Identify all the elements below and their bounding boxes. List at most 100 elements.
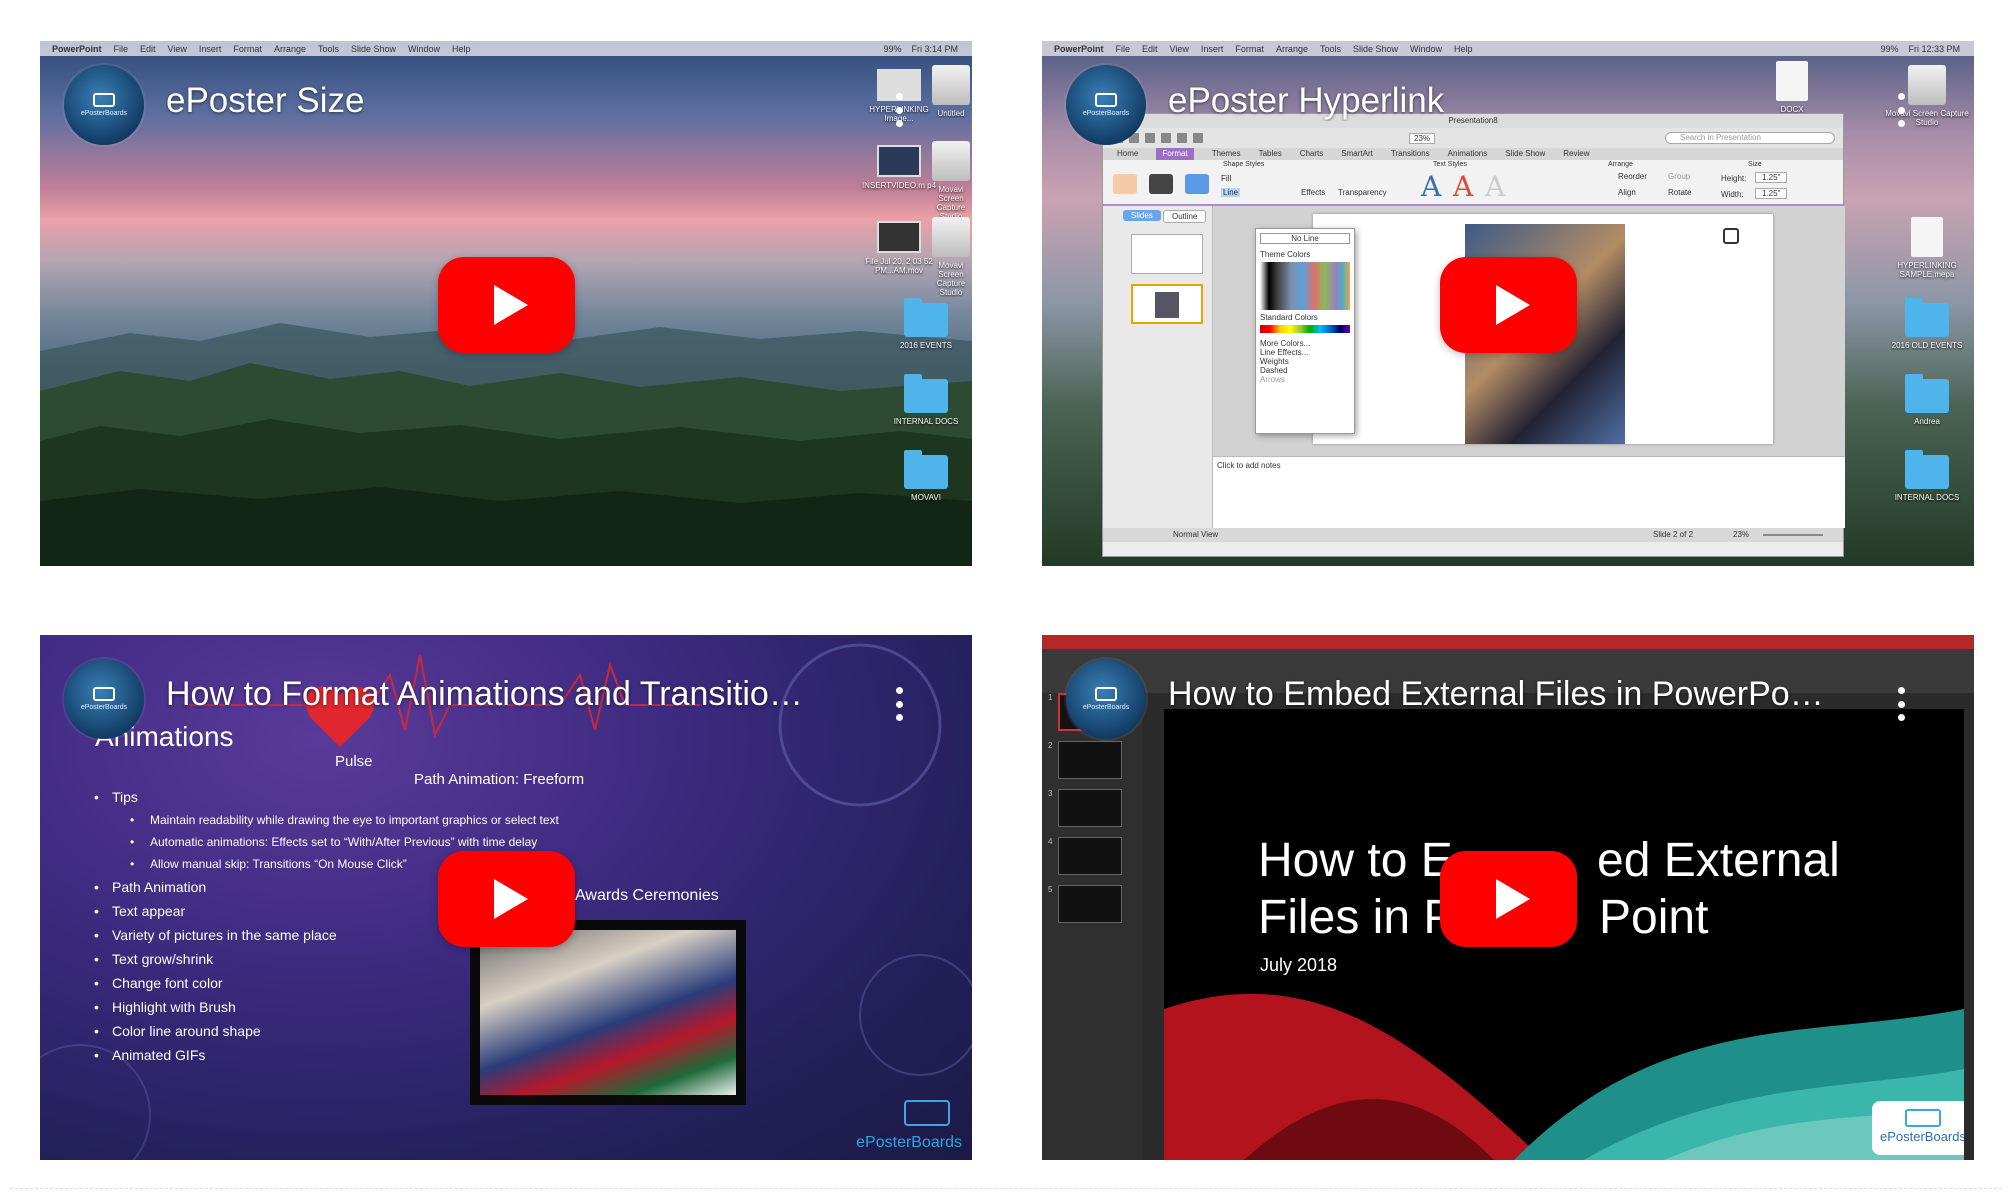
mac-menubar: PowerPoint File Edit View Insert Format … bbox=[1042, 41, 1974, 56]
line-effects-item[interactable]: Line Effects... bbox=[1260, 348, 1350, 357]
slide-thumbnail[interactable] bbox=[1058, 885, 1122, 923]
theme-colors-label: Theme Colors bbox=[1260, 250, 1311, 259]
channel-name: ePosterBoards bbox=[80, 704, 128, 711]
width-input[interactable]: 1.25" bbox=[1755, 188, 1788, 199]
play-icon bbox=[1495, 285, 1530, 325]
dashed-item[interactable]: Dashed bbox=[1260, 366, 1350, 375]
play-button[interactable] bbox=[1440, 851, 1577, 947]
channel-avatar[interactable]: ePosterBoards bbox=[1066, 659, 1146, 739]
bottom-divider bbox=[10, 1188, 2002, 1189]
play-button[interactable] bbox=[1440, 257, 1577, 353]
video-card-eposter-hyperlink[interactable]: PowerPoint File Edit View Insert Format … bbox=[1042, 41, 1974, 566]
effects-button[interactable]: Effects bbox=[1301, 188, 1325, 197]
awards-label: Awards Ceremonies bbox=[575, 887, 719, 904]
rotate-button[interactable]: Rotate bbox=[1668, 188, 1692, 197]
cut-icon[interactable] bbox=[1161, 133, 1171, 143]
drive-icon bbox=[932, 217, 970, 257]
text-style-a-icon[interactable]: A bbox=[1453, 170, 1473, 203]
slide-thumbnail[interactable] bbox=[1058, 837, 1122, 875]
slides-pane: 1 2 3 4 5 bbox=[1042, 693, 1142, 1160]
tab-themes[interactable]: Themes bbox=[1212, 148, 1241, 160]
channel-avatar[interactable]: ePosterBoards bbox=[64, 659, 144, 739]
shape-style-swatch[interactable] bbox=[1149, 174, 1173, 194]
weights-item[interactable]: Weights bbox=[1260, 357, 1350, 366]
tab-smartart[interactable]: SmartArt bbox=[1341, 148, 1373, 160]
folder-icon bbox=[904, 374, 948, 413]
transparency-button[interactable]: Transparency bbox=[1338, 188, 1387, 197]
line-button[interactable]: Line bbox=[1221, 188, 1241, 197]
desktop-icon-label: Untitled bbox=[937, 109, 965, 118]
group-label: Arrange bbox=[1608, 161, 1633, 168]
eposterboards-logo-icon bbox=[1095, 93, 1117, 107]
menubar-item: File bbox=[1115, 43, 1131, 54]
height-input[interactable]: 1.25" bbox=[1755, 172, 1788, 183]
menubar-item: Insert bbox=[198, 43, 222, 54]
reorder-button[interactable]: Reorder bbox=[1618, 172, 1647, 181]
tab-slide-show[interactable]: Slide Show bbox=[1505, 148, 1545, 160]
group-label: Shape Styles bbox=[1223, 161, 1265, 168]
menubar-item: View bbox=[1169, 43, 1189, 54]
tab-charts[interactable]: Charts bbox=[1300, 148, 1324, 160]
desktop-icon-label: MOVAVI bbox=[911, 493, 941, 502]
align-button[interactable]: Align bbox=[1618, 188, 1636, 197]
notes-pane[interactable]: Click to add notes bbox=[1213, 456, 1845, 528]
text-style-a-icon[interactable]: A bbox=[1421, 170, 1441, 203]
zoom-slider[interactable] bbox=[1763, 534, 1823, 536]
more-options-icon[interactable] bbox=[895, 687, 903, 721]
standard-color-row[interactable] bbox=[1260, 325, 1350, 333]
zoom-select[interactable]: 23% bbox=[1409, 132, 1436, 144]
selected-shape[interactable] bbox=[1723, 228, 1739, 244]
search-input[interactable]: Search in Presentation bbox=[1665, 132, 1835, 144]
video-card-format-animations[interactable]: Animations Pulse Path Animation: Freefor… bbox=[40, 635, 972, 1160]
more-colors-item[interactable]: More Colors... bbox=[1260, 339, 1350, 348]
video-title[interactable]: ePoster Hyperlink bbox=[1168, 81, 1444, 121]
paste-icon[interactable] bbox=[1193, 133, 1203, 143]
tab-tables[interactable]: Tables bbox=[1259, 148, 1282, 160]
channel-avatar[interactable]: ePosterBoards bbox=[64, 65, 144, 145]
text-style-a-icon[interactable]: A bbox=[1485, 170, 1505, 203]
slide-thumbnail[interactable] bbox=[1131, 234, 1203, 274]
no-line-option[interactable]: No Line bbox=[1260, 233, 1350, 244]
video-card-eposter-size[interactable]: PowerPoint File Edit View Insert Format … bbox=[40, 41, 972, 566]
pulse-label: Pulse bbox=[335, 753, 373, 770]
slide-number: 1 bbox=[1048, 693, 1053, 702]
eposterboards-logo-icon bbox=[93, 687, 115, 701]
tab-animations[interactable]: Animations bbox=[1448, 148, 1488, 160]
group-button[interactable]: Group bbox=[1668, 172, 1690, 181]
tab-format[interactable]: Format bbox=[1156, 148, 1194, 160]
fill-button[interactable]: Fill bbox=[1221, 174, 1231, 183]
bullet-item: Tips bbox=[94, 785, 559, 809]
menubar-item: Help bbox=[452, 43, 471, 54]
more-options-icon[interactable] bbox=[1897, 687, 1905, 721]
desktop-icon-label: Andrea bbox=[1914, 417, 1940, 426]
theme-color-grid[interactable] bbox=[1260, 262, 1350, 310]
brand-wordmark: ePosterBoards bbox=[856, 1134, 962, 1151]
slide-thumbnail[interactable] bbox=[1058, 741, 1122, 779]
brand-wordmark: ePosterBoards bbox=[1880, 1129, 1964, 1144]
tab-outline[interactable]: Outline bbox=[1163, 210, 1207, 223]
slide-thumbnail[interactable] bbox=[1058, 789, 1122, 827]
copy-icon[interactable] bbox=[1177, 133, 1187, 143]
more-options-icon[interactable] bbox=[1897, 93, 1905, 127]
play-button[interactable] bbox=[438, 851, 575, 947]
play-button[interactable] bbox=[438, 257, 575, 353]
folder-icon bbox=[904, 450, 948, 489]
tab-transitions[interactable]: Transitions bbox=[1391, 148, 1430, 160]
video-title[interactable]: How to Format Animations and Transitio… bbox=[166, 675, 803, 714]
tab-review[interactable]: Review bbox=[1563, 148, 1589, 160]
group-label: Size bbox=[1748, 161, 1762, 168]
channel-avatar[interactable]: ePosterBoards bbox=[1066, 65, 1146, 145]
print-icon[interactable] bbox=[1145, 133, 1155, 143]
menubar-item: Format bbox=[1235, 43, 1264, 54]
channel-name: ePosterBoards bbox=[1082, 704, 1130, 711]
video-title[interactable]: How to Embed External Files in PowerPo… bbox=[1168, 675, 1824, 714]
tab-home[interactable]: Home bbox=[1117, 148, 1138, 160]
arrows-item[interactable]: Arrows bbox=[1260, 375, 1350, 384]
more-options-icon[interactable] bbox=[895, 93, 903, 127]
tab-slides[interactable]: Slides bbox=[1123, 210, 1161, 221]
shape-style-swatch[interactable] bbox=[1113, 174, 1137, 194]
shape-style-swatch[interactable] bbox=[1185, 174, 1209, 194]
slide-thumbnail-selected[interactable] bbox=[1131, 284, 1203, 324]
video-title[interactable]: ePoster Size bbox=[166, 81, 364, 121]
video-card-embed-external-files[interactable]: 1 2 3 4 5 How to E ed External Files in … bbox=[1042, 635, 1974, 1160]
